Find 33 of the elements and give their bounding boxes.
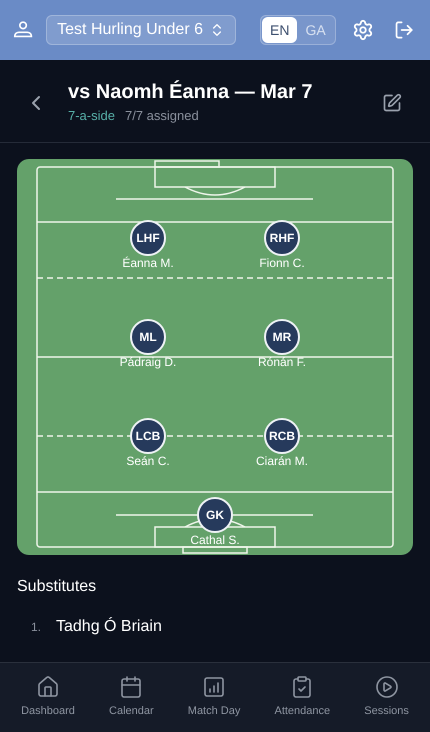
nav-item[interactable]: Match Day (188, 675, 240, 720)
nav-item[interactable]: Attendance (274, 675, 330, 720)
player-name: Pádraig D. (120, 354, 176, 370)
player-name: Cathal S. (190, 532, 240, 548)
player-name: Fionn C. (259, 254, 305, 270)
player-name: Seán C. (126, 452, 170, 468)
assigned-count: 7/7 assigned (124, 107, 199, 125)
position-badge[interactable]: MR (264, 318, 300, 354)
match-title: vs Naomh Éanna — Mar 7 (68, 80, 314, 104)
player-name: Ciarán M. (256, 452, 308, 468)
language-option[interactable]: EN (262, 17, 298, 43)
player-name: Éanna M. (122, 254, 174, 270)
edit-icon[interactable] (382, 92, 402, 113)
section-heading: Substitutes (17, 578, 96, 594)
position-badge[interactable]: LCB (130, 418, 166, 454)
format-label: 7-a-side (68, 107, 115, 125)
position-badge[interactable]: ML (130, 318, 166, 354)
list-number: 1. (31, 618, 42, 636)
substitute-name: Tadhg Ó Briain (56, 616, 162, 636)
bar-chart-icon (202, 675, 226, 700)
player-name: Rónán F. (258, 354, 306, 370)
play-icon (374, 675, 399, 700)
position-badge[interactable]: RCB (264, 418, 300, 454)
home-icon (36, 675, 60, 700)
position-badge[interactable]: LHF (130, 220, 166, 256)
nav-item[interactable]: Calendar (109, 675, 154, 720)
nav-item[interactable]: Sessions (364, 675, 409, 720)
nav-item[interactable]: Dashboard (21, 675, 75, 720)
settings-icon[interactable] (352, 19, 374, 41)
position-badge[interactable]: RHF (264, 220, 300, 256)
calendar-icon (119, 675, 144, 700)
position-badge[interactable]: GK (197, 496, 233, 532)
logout-icon[interactable] (394, 19, 414, 41)
